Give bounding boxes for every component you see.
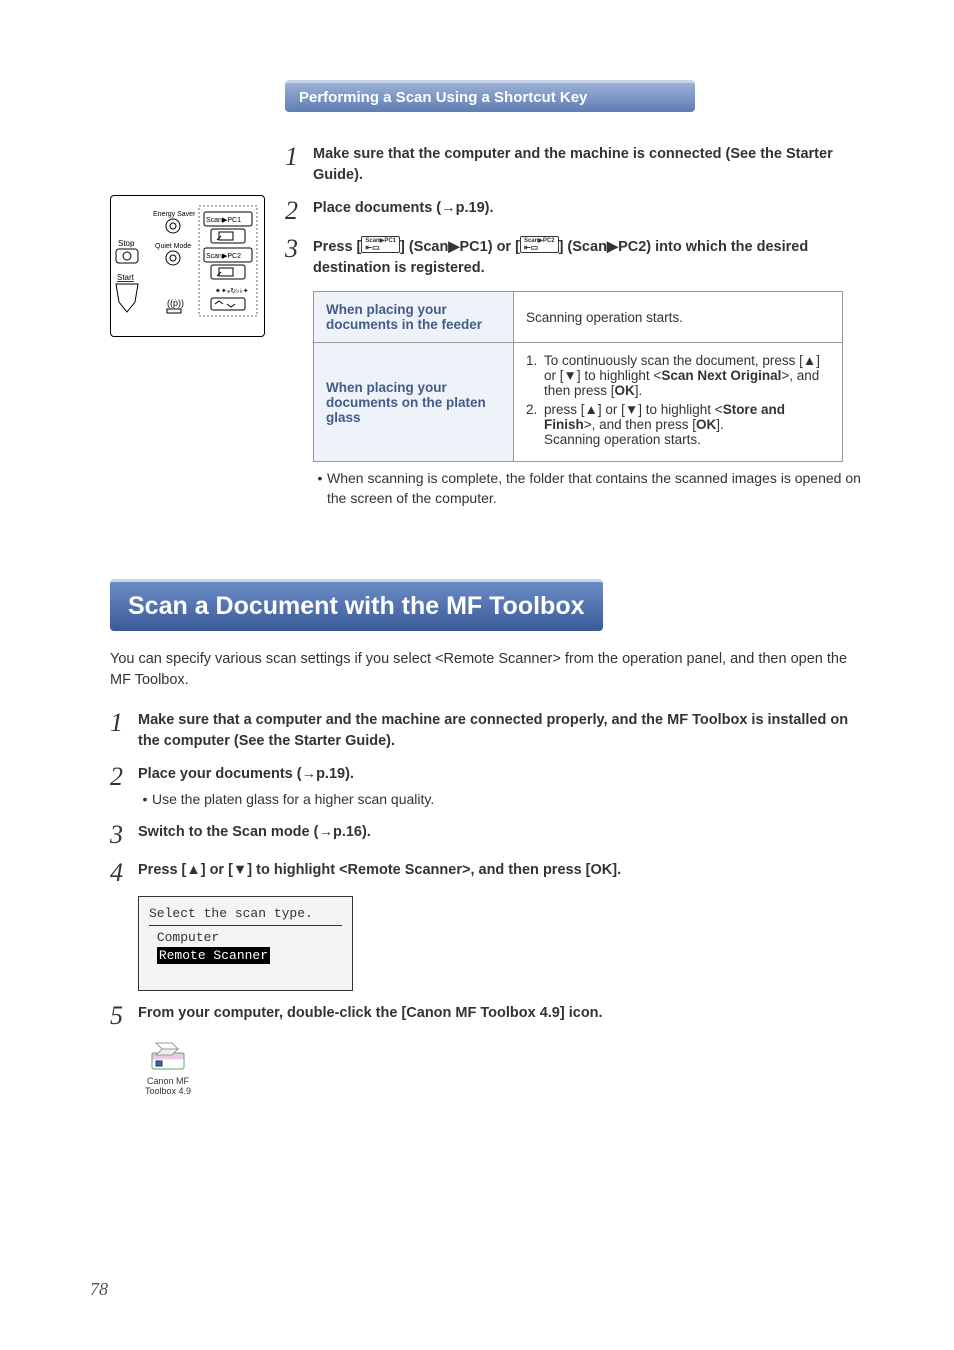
fragment-bold: OK [696,417,716,432]
step-1b: 1 Make sure that a computer and the mach… [110,710,864,752]
fragment-bold: Scan Next Original [661,368,781,383]
step-number: 5 [110,1003,138,1029]
note-bullet: • When scanning is complete, the folder … [313,468,864,509]
scan-pc1-key-icon: Scan▶PC1⇤▭ [361,236,400,253]
fragment-bold: OK [615,383,635,398]
section-title: Performing a Scan Using a Shortcut Key [285,80,695,112]
step-number: 3 [285,236,313,279]
lcd-line: Computer [157,930,219,945]
table-row: When placing your documents in the feede… [314,292,843,343]
intro-text: You can specify various scan settings if… [110,649,864,693]
scan-pc2-key-icon: Scan▶PC2⇤▭ [520,236,559,253]
step-number: 1 [285,144,313,186]
fragment: ]. [635,383,643,398]
lcd-display: Select the scan type. Computer Remote Sc… [138,896,353,991]
step-number: 2 [285,198,313,224]
icon-label: Toolbox 4.9 [138,1087,198,1097]
table-cell: Scanning operation starts. [514,292,843,343]
step-2b: 2 Place your documents (→p.19). •Use the… [110,764,864,809]
fragment: ]. [716,417,724,432]
page-number: 78 [90,1279,108,1300]
main-heading: Scan a Document with the MF Toolbox [110,579,603,631]
content-column: Performing a Scan Using a Shortcut Key 1… [285,80,864,1096]
toolbox-icon: Canon MF Toolbox 4.9 [138,1039,198,1097]
step-text: Place your documents (→p.19). [138,766,354,782]
placement-table: When placing your documents in the feede… [313,291,843,462]
step-text: Place documents (→p.19). [313,200,494,216]
step-number: 4 [110,860,138,886]
table-cell: 1. To continuously scan the document, pr… [514,343,843,462]
svg-text:Scan▶PC1: Scan▶PC1 [206,217,241,224]
step-number: 2 [110,764,138,809]
step-text: Press [▲] or [▼] to highlight <Remote Sc… [138,862,621,878]
fragment: Scanning operation starts. [544,432,701,447]
step-5b: 5 From your computer, double-click the [… [110,1003,864,1029]
svg-text:Start: Start [117,273,135,282]
step-4b: 4 Press [▲] or [▼] to highlight <Remote … [110,860,864,886]
note-text: When scanning is complete, the folder th… [327,468,864,509]
step-3b: 3 Switch to the Scan mode (→p.16). [110,822,864,848]
svg-text:Scan▶PC2: Scan▶PC2 [206,253,241,260]
table-header-cell: When placing your documents on the plate… [314,343,514,462]
step-text: Make sure that a computer and the machin… [138,712,848,749]
svg-text:Stop: Stop [118,239,135,248]
lcd-line-highlighted: Remote Scanner [157,947,270,965]
step-text: Make sure that the computer and the mach… [313,146,833,183]
device-panel-diagram: Stop Start Energy Saver Quiet Mode ((ṗ))… [110,195,265,337]
svg-text:Quiet Mode: Quiet Mode [155,243,191,250]
step-2: 2 Place documents (→p.19). [285,198,864,224]
fragment: >, and then press [ [584,417,696,432]
fragment: press [▲] or [▼] to highlight < [544,402,723,417]
lcd-line: Select the scan type. [149,905,342,923]
svg-text:⁕✦⁎↻♭♭✦: ⁕✦⁎↻♭♭✦ [215,287,249,295]
fragment: Press [ [313,239,361,255]
step-text: Press [Scan▶PC1⇤▭] (Scan▶PC1) or [Scan▶P… [313,239,808,276]
svg-text:Energy Saver: Energy Saver [153,211,196,218]
svg-text:((ṗ)): ((ṗ)) [167,298,184,308]
table-header-cell: When placing your documents in the feede… [314,292,514,343]
step-text: From your computer, double-click the [Ca… [138,1005,603,1021]
step-3: 3 Press [Scan▶PC1⇤▭] (Scan▶PC1) or [Scan… [285,236,864,279]
page: Stop Start Energy Saver Quiet Mode ((ṗ))… [0,0,954,1350]
step-1: 1 Make sure that the computer and the ma… [285,144,864,186]
step-number: 1 [110,710,138,752]
table-row: When placing your documents on the plate… [314,343,843,462]
sub-text: Use the platen glass for a higher scan q… [152,789,434,809]
step-text: Switch to the Scan mode (→p.16). [138,824,371,840]
step-number: 3 [110,822,138,848]
fragment: ] (Scan▶PC1) or [ [400,239,520,255]
